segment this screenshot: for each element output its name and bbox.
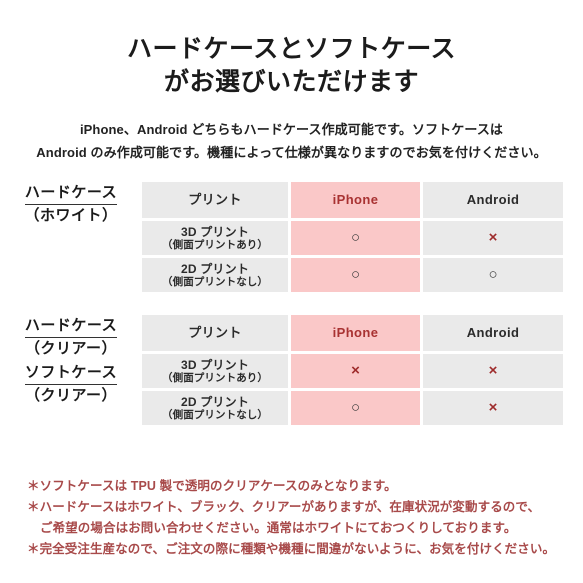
table-1-row-2-print: 2D プリント （側面プリントなし）: [142, 258, 288, 292]
page-title: ハードケースとソフトケース がお選びいただけます: [0, 33, 583, 99]
table-2-row-1-print: 3D プリント （側面プリントあり）: [142, 354, 288, 388]
table-1-header-print: プリント: [142, 182, 288, 218]
table-2-header-android-label: Android: [466, 325, 520, 340]
table-row: 3D プリント （側面プリントあり） × ×: [142, 354, 563, 388]
table-2-header-iphone-label: iPhone: [332, 325, 379, 340]
label-sub-white: （ホワイト）: [24, 207, 118, 224]
footnote-3: ＊完全受注生産なので、ご注文の際に種類や機種に間違がないように、お気を付けくださ…: [27, 542, 556, 556]
table-1-header-iphone: iPhone: [291, 182, 420, 218]
footnote-1: ＊ソフトケースは TPU 製で透明のクリアケースのみとなります。: [27, 479, 397, 493]
table-2-header-android: Android: [423, 315, 563, 351]
table-2-row-2-android: ×: [423, 391, 563, 425]
footnotes: ＊ソフトケースは TPU 製で透明のクリアケースのみとなります。 ＊ハードケース…: [27, 476, 567, 560]
table-row: 3D プリント （側面プリントあり） ○ ×: [142, 221, 563, 255]
label-main-soft-case: ソフトケース: [24, 362, 118, 385]
availability-mark: ×: [351, 362, 360, 379]
table-1-grid: プリント iPhone Android 3D プリント （側面プリントあり） ○…: [142, 182, 563, 292]
table-2-grid: プリント iPhone Android 3D プリント （側面プリントあり） ×…: [142, 315, 563, 425]
table-2-header-row: プリント iPhone Android: [142, 315, 563, 351]
table-2-header-iphone: iPhone: [291, 315, 420, 351]
print-type-main: 3D プリント: [180, 224, 250, 239]
table-2-row-1-android: ×: [423, 354, 563, 388]
lead-line-2: Android のみ作成可能です。機種によって仕様が異なりますのでお気を付けくだ…: [36, 145, 547, 160]
table-row: 2D プリント （側面プリントなし） ○ ×: [142, 391, 563, 425]
label-group-hard-clear: ハードケース （クリアー）: [0, 315, 142, 360]
table-1-row-2-android: ○: [423, 258, 563, 292]
table-1-header-android: Android: [423, 182, 563, 218]
availability-mark: ×: [488, 399, 498, 416]
table-2-row-labels: ハードケース （クリアー） ソフトケース （クリアー）: [0, 315, 142, 409]
availability-mark: ○: [350, 229, 361, 246]
table-1-header-row: プリント iPhone Android: [142, 182, 563, 218]
print-type-sub: （側面プリントなし）: [162, 275, 268, 288]
print-type-sub: （側面プリントあり）: [162, 238, 268, 251]
table-1-row-labels: ハードケース （ホワイト）: [0, 182, 142, 229]
table-2-header-print: プリント: [142, 315, 288, 351]
table-1-header-iphone-label: iPhone: [332, 192, 379, 207]
availability-mark: ○: [350, 266, 361, 283]
table-2-row-2-print: 2D プリント （側面プリントなし）: [142, 391, 288, 425]
table-2-row-1-iphone: ×: [291, 354, 420, 388]
table-1-row-2-iphone: ○: [291, 258, 420, 292]
availability-mark: ○: [488, 266, 498, 283]
label-sub-clear-hard: （クリアー）: [24, 340, 118, 357]
print-type-main: 3D プリント: [180, 357, 250, 372]
table-1-row-1-android: ×: [423, 221, 563, 255]
availability-mark: ×: [488, 229, 498, 246]
print-type-sub: （側面プリントあり）: [162, 371, 268, 384]
table-1-header-android-label: Android: [466, 192, 520, 207]
label-main-hard-case: ハードケース: [24, 315, 118, 338]
lead-line-1: iPhone、Android どちらもハードケース作成可能です。ソフトケースは: [79, 122, 504, 137]
availability-mark: ×: [488, 362, 498, 379]
table-1-row-1-print: 3D プリント （側面プリントあり）: [142, 221, 288, 255]
footnote-2: ＊ハードケースはホワイト、ブラック、クリアーがありますが、在庫状況が変動するので…: [27, 500, 541, 514]
label-group-soft-clear: ソフトケース （クリアー）: [0, 362, 142, 407]
availability-mark: ○: [350, 399, 361, 416]
footnote-2-cont: ご希望の場合はお問い合わせください。通常はホワイトにておつくりしております。: [40, 521, 517, 535]
title-line-1: ハードケースとソフトケース: [126, 35, 456, 63]
table-row: 2D プリント （側面プリントなし） ○ ○: [142, 258, 563, 292]
print-type-main: 2D プリント: [180, 394, 250, 409]
print-type-sub: （側面プリントなし）: [162, 408, 268, 421]
title-line-2: がお選びいただけます: [163, 68, 419, 96]
table-2-header-print-label: プリント: [188, 325, 242, 340]
product-spec-infographic: ハードケースとソフトケース がお選びいただけます iPhone、Android …: [0, 0, 583, 583]
label-group-hard-white: ハードケース （ホワイト）: [0, 182, 142, 227]
table-1-row-1-iphone: ○: [291, 221, 420, 255]
table-1-header-print-label: プリント: [188, 192, 242, 207]
table-2-row-2-iphone: ○: [291, 391, 420, 425]
label-sub-clear-soft: （クリアー）: [24, 387, 118, 404]
lead-paragraph: iPhone、Android どちらもハードケース作成可能です。ソフトケースは …: [0, 118, 583, 164]
label-main-hard-case: ハードケース: [24, 182, 118, 205]
print-type-main: 2D プリント: [180, 261, 250, 276]
